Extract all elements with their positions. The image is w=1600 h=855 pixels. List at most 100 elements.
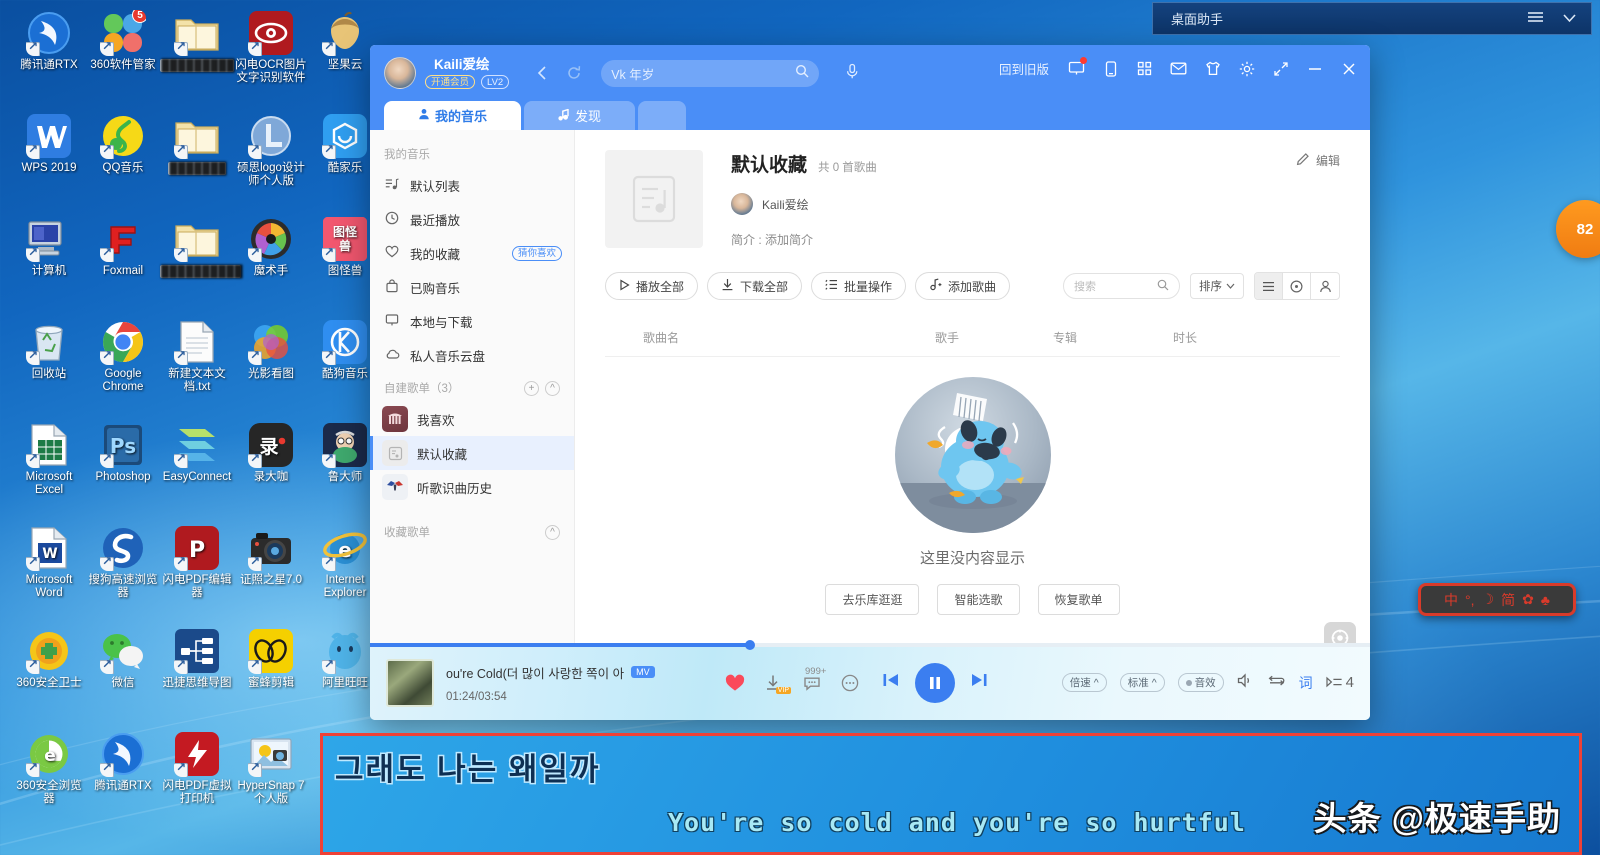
sidebar-playlist-i-like[interactable]: 我喜欢: [370, 402, 574, 436]
sort-dropdown[interactable]: 排序: [1190, 273, 1244, 299]
desktop-icon[interactable]: W Microsoft Word: [12, 525, 86, 600]
plus-icon[interactable]: +: [524, 380, 539, 396]
shrink-icon[interactable]: [1271, 59, 1290, 78]
phone-icon[interactable]: [1101, 59, 1120, 78]
sound-effect-button[interactable]: 音效: [1177, 673, 1224, 692]
sidebar-item-recently-played[interactable]: 最近播放: [370, 202, 574, 236]
avatar[interactable]: [384, 57, 416, 89]
search-input[interactable]: Vk 年岁: [601, 59, 820, 87]
desktop-icon[interactable]: HyperSnap 7 个人版: [234, 731, 308, 806]
lyrics-toggle[interactable]: 词: [1299, 673, 1313, 693]
desktop-icon[interactable]: 计算机: [12, 216, 86, 278]
desktop-icon[interactable]: Ps Photoshop: [86, 422, 160, 484]
desktop-icon[interactable]: 360安全卫士: [12, 628, 86, 690]
desktop-icon[interactable]: 光影看图: [234, 319, 308, 381]
desktop-icon[interactable]: ███████: [160, 113, 234, 175]
desktop-icon[interactable]: 5 360软件管家: [86, 10, 160, 72]
vip-tag[interactable]: 开通会员: [425, 74, 476, 89]
now-playing-artwork[interactable]: [386, 658, 434, 707]
audio-quality-button[interactable]: 标准 ^: [1119, 673, 1165, 692]
edit-button[interactable]: 编辑: [1296, 150, 1340, 170]
search-icon[interactable]: [1157, 279, 1169, 294]
desktop-icon[interactable]: ██████████: [160, 216, 242, 278]
ime-moon-icon[interactable]: ☽: [1482, 591, 1495, 608]
progress-knob[interactable]: [745, 640, 755, 650]
progress-bar[interactable]: [370, 640, 1370, 650]
desktop-icon[interactable]: 迅捷思维导图: [160, 628, 234, 690]
ime-language-bar[interactable]: 中 °, ☽ 简 ✿ ♣: [1418, 583, 1576, 616]
desktop-icon[interactable]: █████████: [160, 10, 234, 72]
heart-filled-icon[interactable]: [725, 674, 745, 692]
playlist-owner[interactable]: Kaili爱绘: [762, 196, 809, 213]
desktop-icon[interactable]: 录录大咖: [234, 422, 308, 484]
desktop-icon[interactable]: e 360安全浏览器: [12, 731, 86, 806]
now-playing-title[interactable]: ou're Cold(더 많이 사랑한 쪽이 아: [446, 663, 624, 682]
more-icon[interactable]: [841, 674, 859, 692]
desktop-icon[interactable]: EasyConnect: [160, 422, 234, 484]
gear-icon[interactable]: [1237, 59, 1256, 78]
volume-icon[interactable]: [1237, 673, 1254, 692]
sidebar-playlist-default-favorites[interactable]: 默认收藏: [370, 436, 574, 470]
playlist-search-input[interactable]: 搜索: [1063, 273, 1180, 299]
download-icon[interactable]: VIP: [765, 674, 791, 694]
desktop-assistant-bar[interactable]: 桌面助手: [1152, 2, 1592, 35]
ime-mode-icon[interactable]: 中: [1444, 590, 1458, 610]
chevron-up-icon[interactable]: ^: [545, 380, 560, 396]
smart-pick-button[interactable]: 智能选歌: [937, 584, 1020, 615]
desktop-icon[interactable]: 回收站: [12, 319, 86, 381]
status-badge-82[interactable]: 82: [1556, 200, 1600, 258]
close-icon[interactable]: [1339, 59, 1358, 78]
desktop-icon[interactable]: Google Chrome: [86, 319, 160, 394]
avatar[interactable]: [731, 193, 753, 215]
repeat-icon[interactable]: [1267, 674, 1286, 691]
browse-library-button[interactable]: 去乐库逛逛: [825, 584, 920, 615]
sidebar-item-default-list[interactable]: 默认列表: [370, 168, 574, 202]
chevron-left-icon[interactable]: [531, 62, 553, 84]
sidebar-item-private-cloud[interactable]: 私人音乐云盘: [370, 338, 574, 372]
list-view-icon[interactable]: [1255, 273, 1283, 299]
hamburger-icon[interactable]: [1527, 11, 1544, 26]
desktop-icon[interactable]: 闪电OCR图片文字识别软件: [234, 10, 308, 85]
desktop-icon[interactable]: 搜狗高速浏览器: [86, 525, 160, 600]
desktop-icon[interactable]: 腾讯通RTX: [86, 731, 160, 793]
desktop-icon[interactable]: 微信: [86, 628, 160, 690]
monitor-icon[interactable]: [1067, 57, 1087, 78]
desktop-icon[interactable]: QQ音乐: [86, 113, 160, 175]
sidebar-playlist-recognition-history[interactable]: 听歌识曲历史: [370, 470, 574, 504]
mail-icon[interactable]: [1169, 59, 1188, 78]
playback-speed-button[interactable]: 倍速 ^: [1061, 673, 1107, 692]
refresh-icon[interactable]: [563, 62, 585, 84]
desktop-icon[interactable]: 证照之星7.0: [234, 525, 308, 587]
tab-discover[interactable]: 发现: [524, 101, 636, 130]
desktop-icon[interactable]: P 闪电PDF编辑器: [160, 525, 234, 600]
pause-icon[interactable]: [915, 662, 955, 703]
desktop-icon[interactable]: WPS 2019: [12, 113, 86, 175]
lyric-overlay[interactable]: 그래도 나는 왜일까 You're so cold and you're so …: [320, 733, 1582, 855]
desktop-icon[interactable]: Foxmail: [86, 216, 160, 278]
playlist-description[interactable]: 简介 : 添加简介: [731, 231, 1296, 248]
desktop-icon[interactable]: 硕思logo设计师个人版: [234, 113, 308, 188]
desktop-icon[interactable]: 蜜蜂剪辑: [234, 628, 308, 690]
ime-punctuation-icon[interactable]: °,: [1465, 592, 1475, 608]
microphone-icon[interactable]: [845, 63, 859, 84]
add-song-button[interactable]: 添加歌曲: [915, 272, 1011, 300]
next-icon[interactable]: [969, 671, 989, 695]
play-all-button[interactable]: 播放全部: [605, 272, 699, 300]
shirt-icon[interactable]: [1203, 59, 1222, 78]
restore-playlist-button[interactable]: 恢复歌单: [1037, 584, 1120, 615]
sidebar-item-tag[interactable]: 猜你喜欢: [511, 245, 562, 261]
comment-icon[interactable]: 999+: [803, 666, 826, 691]
mv-badge[interactable]: MV: [631, 666, 655, 678]
sidebar-item-my-favorites[interactable]: 我的收藏 猜你喜欢: [370, 236, 574, 270]
gear-icon[interactable]: ✿: [1522, 591, 1534, 608]
tab-my-music[interactable]: 我的音乐: [384, 101, 522, 130]
previous-icon[interactable]: [881, 671, 901, 695]
search-icon[interactable]: [795, 64, 809, 83]
download-all-button[interactable]: 下载全部: [707, 272, 803, 300]
chevron-up-icon[interactable]: ^: [545, 524, 560, 540]
batch-operations-button[interactable]: 批量操作: [811, 272, 907, 300]
desktop-icon[interactable]: 腾讯通RTX: [12, 10, 86, 72]
person-view-icon[interactable]: [1311, 273, 1339, 299]
minimize-icon[interactable]: [1305, 59, 1324, 78]
chevron-down-icon[interactable]: [1562, 11, 1577, 26]
